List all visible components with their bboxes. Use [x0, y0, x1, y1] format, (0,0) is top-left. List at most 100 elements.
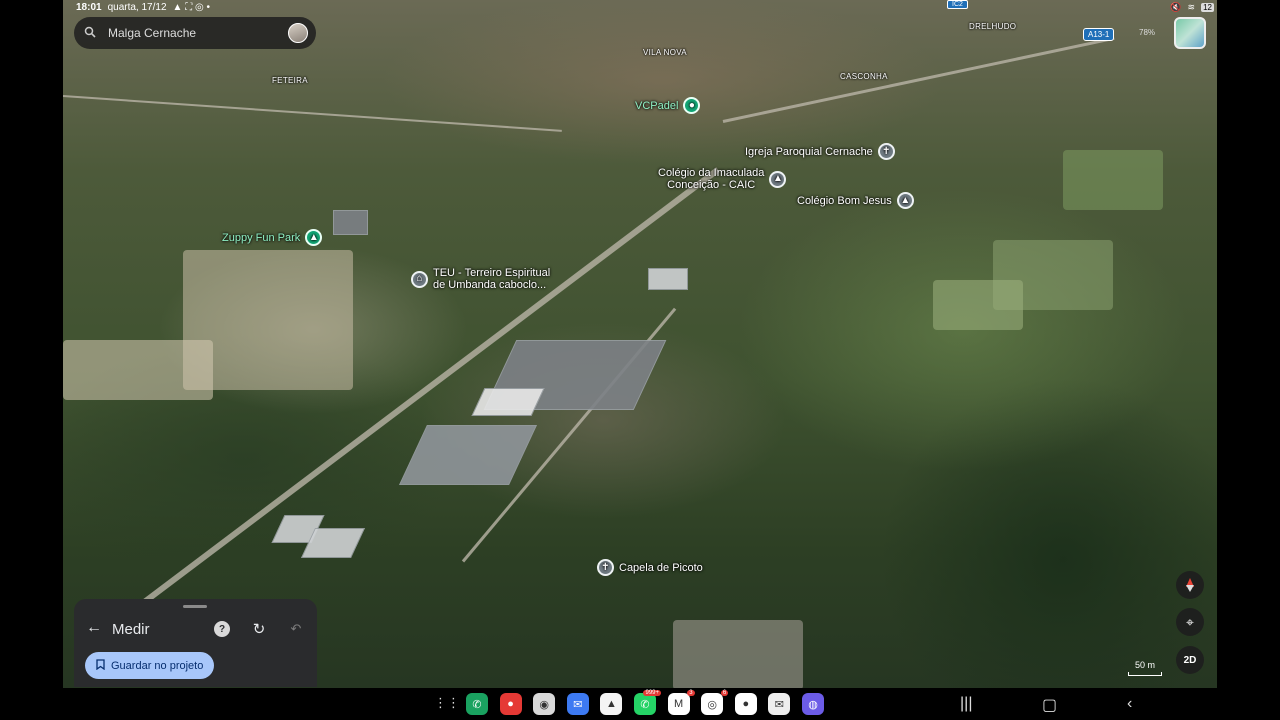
poi-label: Capela de Picoto — [619, 561, 703, 574]
dock-app-browser[interactable]: ◍ — [802, 693, 824, 715]
search-bar[interactable] — [74, 17, 316, 49]
back-icon[interactable]: ‹ — [1127, 695, 1132, 713]
poi-capela-picoto[interactable]: ✝ Capela de Picoto — [597, 559, 703, 576]
poi-label: Conceição - CAIC — [667, 179, 756, 191]
poi-colegio-bom-jesus[interactable]: Colégio Bom Jesus ▲ — [797, 192, 914, 209]
avatar[interactable] — [288, 23, 308, 43]
scale-bar — [1128, 672, 1162, 676]
dock-app-gmail[interactable]: M3 — [667, 690, 695, 715]
church-icon: ✝ — [597, 559, 614, 576]
status-bar-left: 18:01 quarta, 17/12 ▲ ⛶ ◎ • — [76, 2, 210, 13]
gmail-icon: M — [674, 698, 684, 710]
sports-pin-icon: ● — [683, 97, 701, 114]
save-label: Guardar no projeto — [111, 659, 204, 672]
place-label: DRELHUDO — [969, 22, 1017, 31]
poi-label-group: Colégio da Imaculada Conceição - CAIC — [658, 167, 764, 191]
undo-icon[interactable]: ↶ — [288, 621, 304, 637]
dock-app-phone[interactable]: ✆ — [466, 693, 488, 715]
place-label: VILA NOVA — [643, 48, 687, 57]
clock: 18:01 — [76, 2, 102, 13]
volume-level: 78% — [1139, 28, 1156, 37]
poi-label: TEU - Terreiro Espiritual — [433, 267, 551, 279]
contacts-icon: ● — [507, 698, 514, 710]
status-bar-right: 🔇 ≋ 12 — [1170, 2, 1214, 13]
compass-south-icon — [1186, 585, 1194, 592]
drag-handle[interactable] — [183, 605, 207, 608]
factory-building — [399, 425, 537, 485]
back-arrow-icon[interactable]: ← — [86, 619, 102, 637]
map-layers-button[interactable] — [1174, 17, 1206, 49]
poi-label: Colégio Bom Jesus — [797, 194, 892, 207]
place-label: FETEIRA — [272, 76, 308, 85]
search-input[interactable] — [108, 26, 288, 40]
refresh-icon[interactable]: ↻ — [251, 621, 267, 638]
bookmark-icon — [96, 658, 105, 673]
road — [63, 95, 562, 132]
home-icon[interactable]: ▢ — [1042, 695, 1057, 715]
phone-icon: ✆ — [472, 698, 482, 711]
road-shield: IC2 — [947, 0, 968, 9]
camera-icon: ◉ — [539, 698, 549, 711]
place-label: CASCONHA — [840, 72, 888, 81]
drive-icon: ▲ — [605, 698, 617, 710]
church-icon: ✝ — [877, 143, 895, 160]
mute-icon: 🔇 — [1170, 2, 1182, 12]
poi-label: de Umbanda caboclo... — [433, 279, 547, 291]
park-pin-icon: ▲ — [305, 229, 323, 246]
road — [722, 36, 1115, 123]
poi-label: Igreja Paroquial Cernache — [745, 145, 873, 158]
temple-icon: ⌂ — [411, 270, 428, 288]
school-icon: ▲ — [896, 192, 914, 209]
browser-icon: ◍ — [808, 698, 818, 711]
notification-icons: ▲ ⛶ ◎ • — [172, 2, 210, 13]
road-shield: A13-1 — [1083, 28, 1115, 41]
poi-label: VCPadel — [635, 99, 679, 112]
factory-building — [471, 388, 545, 416]
dock-app-account[interactable]: ● — [734, 693, 757, 715]
poi-igreja[interactable]: Igreja Paroquial Cernache ✝ — [745, 143, 895, 160]
dock-app-mail[interactable]: ✉ — [768, 693, 791, 715]
dock-app-drive[interactable]: ▲ — [600, 693, 623, 715]
save-to-project-button[interactable]: Guardar no projeto — [85, 652, 215, 679]
toggle-2d-button[interactable]: 2D — [1176, 646, 1204, 674]
farm-field — [1063, 150, 1163, 210]
poi-vcpadel[interactable]: VCPadel ● — [635, 97, 701, 114]
my-location-button[interactable]: ⌖ — [1176, 608, 1204, 636]
poi-colegio-imaculada[interactable]: Colégio da Imaculada Conceição - CAIC ▲ — [658, 167, 787, 191]
mail-icon: ✉ — [774, 698, 784, 711]
school-building — [648, 268, 688, 290]
dock-app-camera[interactable]: ◉ — [533, 693, 556, 715]
battery-icon: 12 — [1201, 3, 1214, 12]
dock-app-messages[interactable]: ✉ — [566, 693, 589, 715]
quarry-area — [673, 620, 803, 688]
farm-field — [933, 280, 1023, 330]
dock-app-contacts[interactable]: ● — [499, 693, 522, 715]
school-icon: ▲ — [769, 170, 787, 188]
account-icon: ● — [742, 698, 750, 710]
measure-panel: ← Medir ? ↻ ↶ Guardar no projeto — [74, 599, 317, 687]
dock-app-chrome[interactable]: ◎ 6 — [701, 690, 729, 715]
poi-label: Zuppy Fun Park — [222, 231, 301, 244]
whatsapp-icon: ✆ — [640, 698, 650, 711]
compass-button[interactable] — [1176, 571, 1204, 599]
poi-zuppy-fun-park[interactable]: Zuppy Fun Park ▲ — [222, 229, 323, 246]
search-icon — [84, 26, 96, 41]
help-icon[interactable]: ? — [214, 621, 230, 637]
crosshair-icon: ⌖ — [1186, 613, 1194, 630]
app-drawer-icon[interactable]: ⋮⋮ — [434, 695, 460, 711]
quarry-area — [63, 340, 213, 400]
date: quarta, 17/12 — [107, 2, 167, 13]
scale-label: 50 m — [1135, 660, 1156, 670]
poi-teu[interactable]: ⌂ TEU - Terreiro Espiritual de Umbanda c… — [411, 267, 550, 291]
poi-label-group: TEU - Terreiro Espiritual de Umbanda cab… — [433, 267, 550, 291]
notification-badge: 6 — [720, 690, 729, 696]
chrome-icon: ◎ — [707, 698, 717, 711]
building — [333, 210, 368, 235]
dock-app-whatsapp[interactable]: ✆ 999+ — [634, 690, 661, 715]
recent-apps-icon[interactable]: ||| — [960, 695, 972, 713]
messages-icon: ✉ — [573, 698, 583, 711]
notification-badge: 999+ — [643, 690, 661, 696]
panel-title: Medir — [112, 621, 150, 638]
navigation-bar: ⋮⋮ ✆ ● ◉ ✉ ▲ ✆ 999+ M 3 ◎ 6 ● ✉ ◍ ||| ▢ ‹ — [0, 688, 1280, 720]
wifi-icon: ≋ — [1187, 2, 1196, 12]
